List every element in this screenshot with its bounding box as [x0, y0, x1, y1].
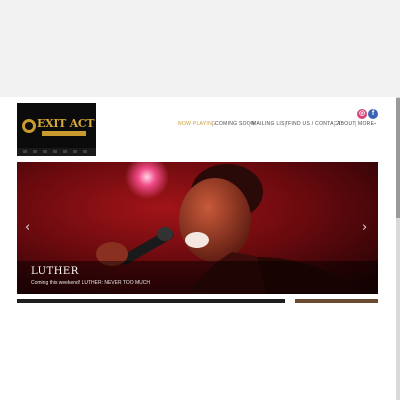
- nav-now-playing[interactable]: NOW PLAYING: [178, 121, 216, 127]
- slider-prev-arrow[interactable]: ‹: [25, 220, 30, 235]
- hero-slider[interactable]: ‹ › LUTHER Coming this weekend! LUTHER: …: [17, 162, 378, 294]
- page: EXIT ACT ◎ f NOW PLAYING COMING SOON MAI…: [0, 97, 396, 400]
- nav-about[interactable]: ABOUT: [337, 121, 356, 127]
- film-strip-decoration: [17, 148, 96, 156]
- slide-title[interactable]: LUTHER: [31, 266, 79, 277]
- nav-divider: [249, 121, 250, 127]
- chevron-down-icon[interactable]: ⌄: [373, 120, 378, 126]
- nav-divider: [212, 121, 213, 127]
- nav-more[interactable]: MORE: [358, 121, 374, 127]
- content-card[interactable]: [17, 299, 285, 303]
- nav-divider: [355, 121, 356, 127]
- main-nav: NOW PLAYING COMING SOON MAILING LIST FIN…: [0, 120, 396, 131]
- instagram-icon[interactable]: ◎: [357, 109, 367, 119]
- content-card[interactable]: [295, 299, 378, 303]
- nav-divider: [285, 121, 286, 127]
- nav-divider: [334, 121, 335, 127]
- scrollbar-thumb[interactable]: [396, 98, 400, 218]
- logo-ribbon: [42, 131, 86, 136]
- slider-next-arrow[interactable]: ›: [362, 220, 367, 235]
- slide-caption: LUTHER Coming this weekend! LUTHER: NEVE…: [17, 261, 378, 294]
- nav-mailing-list[interactable]: MAILING LIST: [252, 121, 288, 127]
- facebook-icon[interactable]: f: [368, 109, 378, 119]
- slide-subtitle: Coming this weekend! LUTHER: NEVER TOO M…: [31, 280, 151, 286]
